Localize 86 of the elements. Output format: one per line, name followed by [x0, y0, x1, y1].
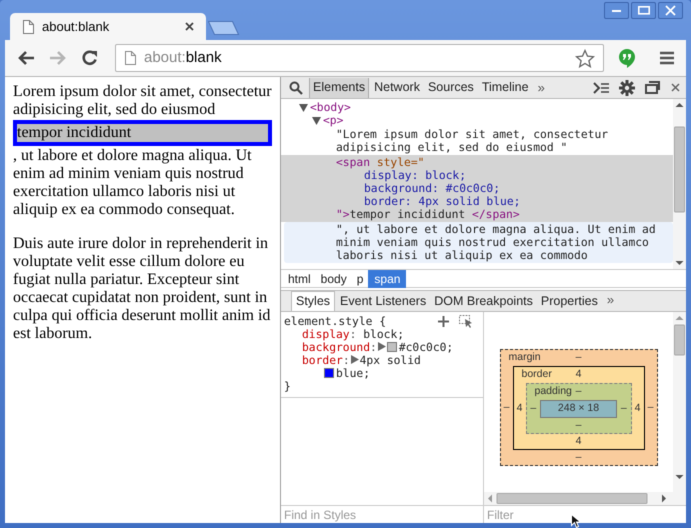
panel-tab[interactable]: Timeline [478, 78, 532, 98]
box-label: padding [534, 384, 572, 400]
css-selector: element.style { [284, 315, 386, 328]
tab-title: about:blank [42, 18, 110, 36]
box-value: – [529, 401, 538, 416]
breadcrumb[interactable]: p [352, 270, 368, 288]
speech-bubble-icon[interactable] [618, 48, 636, 68]
close-button[interactable] [658, 2, 683, 19]
paragraph-text: Lorem ipsum dolor sit amet, consectetur adipisicing elit, sed do eiusmod [13, 83, 272, 119]
css-property-name: background [302, 341, 370, 354]
css-value: #c0c0c0; [398, 341, 454, 354]
maximize-button[interactable] [631, 2, 656, 19]
breadcrumb[interactable]: span [368, 270, 406, 288]
color-swatch[interactable] [324, 368, 334, 378]
dom-text-node[interactable]: ", ut labore et dolore magna aliqua. Ut enim ad minim veniam quis nostrud exercitation ullamco laboris nisi ut aliquip ex ea commodo [284, 222, 673, 263]
box-value: – [620, 401, 628, 416]
more-tabs-button[interactable]: » [538, 78, 545, 98]
css-colon: : [350, 328, 356, 341]
settings-icon[interactable] [619, 80, 635, 96]
dom-text-node[interactable]: "Lorem ipsum dolor sit amet, consectetur adipisicing elit, sed do eiusmod " [281, 127, 673, 155]
close-icon[interactable] [185, 22, 194, 31]
close-icon[interactable] [671, 83, 680, 92]
scrollbar[interactable] [673, 99, 686, 269]
new-tab-button[interactable] [208, 21, 240, 35]
sidebar-tab[interactable]: Styles [291, 291, 336, 311]
maximize-icon [638, 6, 650, 15]
dom-tag[interactable]: <body> [310, 101, 351, 114]
css-brace: } [284, 380, 292, 393]
minimize-button[interactable] [604, 2, 629, 19]
star-icon[interactable] [575, 48, 595, 68]
search-field[interactable]: Find in Styles [281, 506, 484, 523]
color-swatch[interactable] [386, 342, 397, 352]
box-label: margin [508, 350, 541, 366]
box-value: 4 [576, 367, 582, 382]
css-property-name: border [302, 354, 343, 367]
box-value: 4 [516, 400, 524, 416]
console-drawer-icon[interactable] [593, 82, 609, 94]
box-value: – [576, 384, 582, 400]
breadcrumb[interactable]: html [283, 270, 316, 288]
breadcrumb[interactable]: body [316, 270, 352, 288]
disclosure-triangle-icon[interactable] [299, 104, 308, 112]
menu-icon[interactable] [660, 51, 674, 65]
css-colon: : [342, 354, 350, 367]
search-icon[interactable] [289, 80, 303, 94]
add-icon[interactable] [438, 316, 449, 327]
dom-tag[interactable]: <p> [323, 114, 344, 127]
box-value: 4 [634, 400, 642, 416]
css-value: 4px solid [360, 354, 421, 367]
expand-triangle-icon[interactable] [350, 355, 359, 364]
paragraph-text: Duis aute irure dolor in reprehenderit in voluptate velit esse cillum dolore eu fugiat nulla pariatur. Excepteur sint occaecat cupidatat non proident, sunt in culpa qui officia deserunt mollit anim id est laborum. [13, 235, 272, 343]
sidebar-tab[interactable]: DOM Breakpoints [431, 291, 536, 311]
panel-tab[interactable]: Sources [424, 78, 477, 98]
box-value: – [646, 400, 654, 416]
close-icon [665, 5, 676, 16]
panel-tab[interactable]: Elements [309, 78, 370, 98]
box-label: border [522, 367, 552, 382]
scrollbar[interactable] [673, 312, 686, 492]
box-value: – [502, 400, 510, 416]
box-value: – [576, 350, 582, 366]
box-value: – [576, 450, 582, 465]
sidebar-tab[interactable]: Properties [538, 291, 601, 311]
paragraph-text: , ut labore et dolore magna aliqua. Ut enim ad minim veniam quis nostrud exercitation ullamco laboris nisi ut aliquip ex ea commodo consequat. [13, 147, 253, 219]
page-icon [22, 20, 34, 34]
content-box: 248 × 18 [540, 400, 618, 418]
page-icon [124, 51, 136, 65]
disclosure-triangle-icon[interactable] [312, 116, 321, 124]
url-text: about:blank [144, 48, 223, 68]
panel-tab[interactable]: Network [371, 78, 423, 98]
more-tabs-button[interactable]: » [606, 290, 614, 309]
box-value: 4 [576, 434, 582, 449]
highlighted-block: tempor incididunt [13, 120, 272, 146]
box-value: – [576, 418, 582, 433]
horizontal-scrollbar[interactable] [484, 492, 686, 505]
address-bar[interactable]: about:blank [115, 44, 604, 72]
css-value: blue; [336, 367, 370, 380]
element-picker-icon[interactable] [459, 315, 473, 328]
minimize-icon [612, 10, 621, 12]
css-value: block; [363, 328, 404, 341]
css-colon: : [370, 341, 377, 354]
dock-icon[interactable] [645, 80, 661, 94]
css-property-name: display [302, 328, 350, 341]
expand-triangle-icon[interactable] [378, 342, 386, 351]
sidebar-tab[interactable]: Event Listeners [337, 291, 430, 311]
dom-element-node[interactable]: <span style=" display: block; background: #c0c0c0; border: 4px solid blue; ">tempor incididunt </span> [281, 155, 673, 222]
filter-field[interactable]: Filter [484, 506, 686, 523]
browser-tab[interactable]: about:blank [10, 13, 206, 40]
